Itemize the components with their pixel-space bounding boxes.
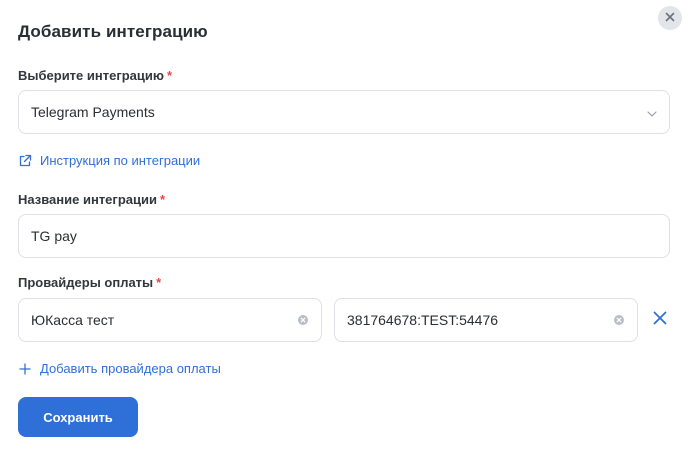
required-mark: * bbox=[159, 192, 166, 207]
integration-select[interactable]: Telegram Payments bbox=[18, 90, 670, 134]
integration-name-label: Название интеграции * bbox=[18, 192, 166, 207]
integration-select-label: Выберите интеграцию * bbox=[18, 68, 173, 83]
provider-name-value: ЮКасса тест bbox=[31, 312, 115, 328]
payment-providers-label: Провайдеры оплаты * bbox=[18, 275, 162, 290]
external-link-icon bbox=[18, 154, 32, 168]
provider-token-input[interactable]: 381764678:TEST:54476 bbox=[334, 298, 638, 342]
add-provider-link[interactable]: Добавить провайдера оплаты bbox=[18, 361, 221, 376]
save-button[interactable]: Сохранить bbox=[18, 397, 138, 437]
remove-provider-button[interactable] bbox=[651, 311, 669, 329]
provider-token-value: 381764678:TEST:54476 bbox=[347, 312, 499, 328]
close-dialog-button[interactable] bbox=[658, 6, 682, 30]
plus-icon bbox=[18, 362, 32, 376]
clear-circle-icon[interactable] bbox=[613, 314, 625, 326]
add-provider-label: Добавить провайдера оплаты bbox=[40, 361, 221, 376]
provider-name-input[interactable]: ЮКасса тест bbox=[18, 298, 322, 342]
dialog-title: Добавить интеграцию bbox=[18, 22, 208, 41]
required-mark: * bbox=[167, 68, 173, 83]
integration-name-input[interactable]: TG pay bbox=[18, 214, 670, 258]
integration-name-value: TG pay bbox=[31, 228, 77, 244]
chevron-down-icon bbox=[647, 104, 657, 120]
close-icon bbox=[665, 9, 675, 27]
required-mark: * bbox=[156, 275, 162, 290]
clear-circle-icon[interactable] bbox=[297, 314, 309, 326]
integration-select-value: Telegram Payments bbox=[31, 104, 155, 120]
instruction-link-label: Инструкция по интеграции bbox=[40, 153, 201, 168]
close-icon bbox=[653, 311, 667, 330]
instruction-link[interactable]: Инструкция по интеграции bbox=[18, 153, 200, 168]
add-integration-dialog: Добавить интеграцию Выберите интеграцию *… bbox=[0, 0, 689, 457]
